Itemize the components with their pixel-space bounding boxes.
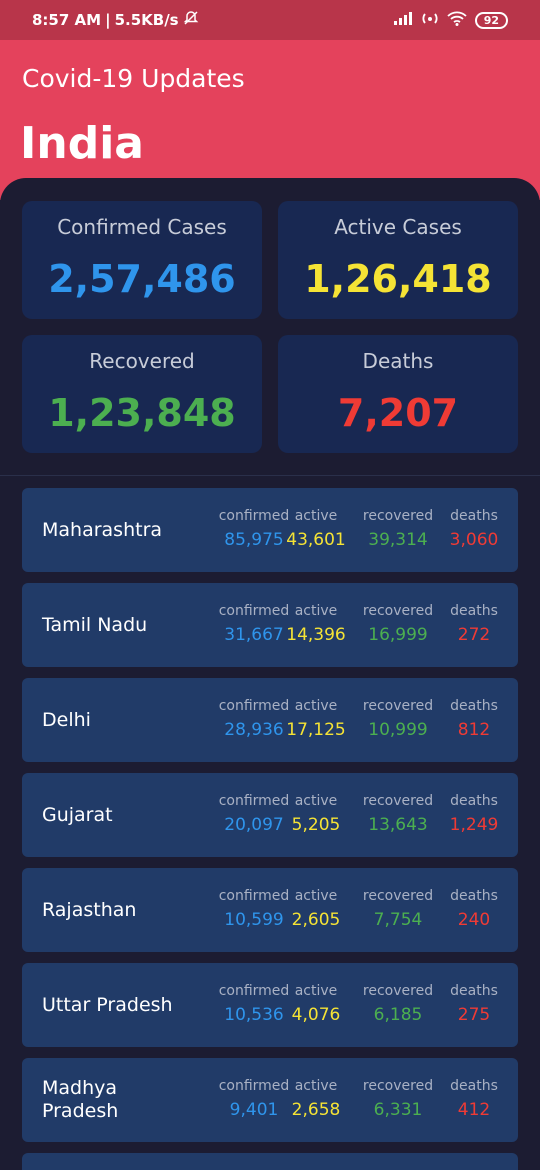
network-speed: 5.5KB/s — [114, 11, 179, 29]
state-card-tamil-nadu[interactable]: Tamil Nadu confirmed 31,667 active 14,396 … — [22, 583, 518, 667]
recovered-col-label: recovered — [362, 983, 434, 999]
recovered-summary-card: Recovered 1,23,848 — [22, 335, 262, 453]
state-recovered: 13,643 — [368, 815, 428, 835]
state-name: Gujarat — [42, 803, 113, 826]
recovered-value: 1,23,848 — [48, 391, 236, 435]
state-card-madhya-pradesh[interactable]: Madhya Pradesh confirmed 9,401 active 2,65… — [22, 1058, 518, 1142]
state-name: Delhi — [42, 708, 91, 731]
state-deaths: 3,060 — [449, 530, 499, 550]
recovered-col-label: recovered — [362, 1078, 434, 1094]
state-deaths: 812 — [457, 720, 491, 740]
hotspot-icon — [421, 10, 439, 30]
recovered-col-label: recovered — [362, 508, 434, 524]
state-active: 2,658 — [291, 1100, 341, 1120]
active-label: Active Cases — [334, 215, 462, 239]
signal-icon — [393, 11, 413, 29]
state-name: Maharashtra — [42, 518, 163, 541]
state-deaths: 275 — [457, 1005, 491, 1025]
state-active: 14,396 — [286, 625, 346, 645]
deaths-col-label: deaths — [450, 1078, 498, 1094]
state-card-delhi[interactable]: Delhi confirmed 28,936 active 17,125 recov… — [22, 678, 518, 762]
active-col-label: active — [294, 793, 338, 809]
section-divider — [0, 475, 540, 476]
state-name: Tamil Nadu — [42, 613, 148, 636]
active-col-label: active — [294, 508, 338, 524]
recovered-col-label: recovered — [362, 603, 434, 619]
deaths-col-label: deaths — [450, 508, 498, 524]
state-active: 43,601 — [286, 530, 346, 550]
state-active: 5,205 — [291, 815, 341, 835]
state-card-maharashtra[interactable]: Maharashtra confirmed 85,975 active 43,601… — [22, 488, 518, 572]
state-recovered: 7,754 — [373, 910, 423, 930]
mute-notification-icon — [183, 10, 199, 30]
active-col-label: active — [294, 1078, 338, 1094]
deaths-col-label: deaths — [450, 888, 498, 904]
deaths-value: 7,207 — [337, 391, 459, 435]
recovered-col-label: recovered — [362, 888, 434, 904]
active-col-label: active — [294, 603, 338, 619]
state-name: Madhya Pradesh — [42, 1077, 119, 1122]
deaths-col-label: deaths — [450, 793, 498, 809]
confirmed-label: Confirmed Cases — [57, 215, 227, 239]
confirmed-summary-card: Confirmed Cases 2,57,486 — [22, 201, 262, 319]
app-header: Covid-19 Updates India — [0, 40, 540, 200]
battery-icon: 92 — [474, 11, 508, 29]
state-recovered: 6,331 — [373, 1100, 423, 1120]
state-recovered: 6,185 — [373, 1005, 423, 1025]
app-title: Covid-19 Updates — [22, 64, 245, 93]
active-col-label: active — [294, 698, 338, 714]
country-title: India — [20, 118, 144, 169]
state-card-uttar-pradesh[interactable]: Uttar Pradesh confirmed 10,536 active 4,07… — [22, 963, 518, 1047]
wifi-icon — [447, 10, 467, 30]
recovered-col-label: recovered — [362, 793, 434, 809]
recovered-col-label: recovered — [362, 698, 434, 714]
active-col-label: active — [294, 983, 338, 999]
deaths-col-label: deaths — [450, 603, 498, 619]
state-card-partial[interactable] — [22, 1153, 518, 1170]
state-card-rajasthan[interactable]: Rajasthan confirmed 10,599 active 2,605 re… — [22, 868, 518, 952]
state-recovered: 10,999 — [368, 720, 428, 740]
state-deaths: 1,249 — [449, 815, 499, 835]
state-card-gujarat[interactable]: Gujarat confirmed 20,097 active 5,205 reco… — [22, 773, 518, 857]
status-bar: 8:57 AM | 5.5KB/s 92 — [0, 0, 540, 40]
state-recovered: 16,999 — [368, 625, 428, 645]
status-time: 8:57 AM — [32, 11, 102, 29]
deaths-col-label: deaths — [450, 983, 498, 999]
state-name: Rajasthan — [42, 898, 137, 921]
state-active: 2,605 — [291, 910, 341, 930]
confirmed-value: 2,57,486 — [48, 257, 236, 301]
state-active: 17,125 — [286, 720, 346, 740]
state-active: 4,076 — [291, 1005, 341, 1025]
active-col-label: active — [294, 888, 338, 904]
state-name: Uttar Pradesh — [42, 993, 173, 1016]
active-value: 1,26,418 — [304, 257, 492, 301]
deaths-label: Deaths — [362, 349, 434, 373]
deaths-summary-card: Deaths 7,207 — [278, 335, 518, 453]
active-summary-card: Active Cases 1,26,418 — [278, 201, 518, 319]
deaths-col-label: deaths — [450, 698, 498, 714]
state-recovered: 39,314 — [368, 530, 428, 550]
state-deaths: 412 — [457, 1100, 491, 1120]
state-deaths: 240 — [457, 910, 491, 930]
state-deaths: 272 — [457, 625, 491, 645]
recovered-label: Recovered — [89, 349, 195, 373]
